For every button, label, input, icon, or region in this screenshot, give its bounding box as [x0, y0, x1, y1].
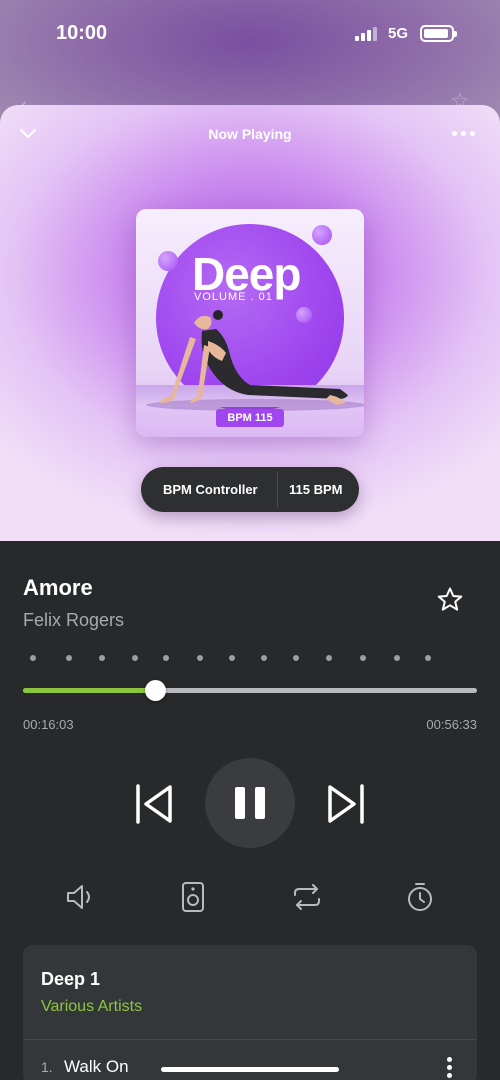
pause-icon	[235, 787, 265, 819]
current-time: 00:16:03	[23, 717, 74, 732]
playlist-title: Deep 1	[41, 969, 101, 989]
speaker-icon[interactable]	[177, 881, 209, 913]
track-row-more-icon[interactable]	[447, 1057, 453, 1079]
track-row-title[interactable]: Walk On	[64, 1057, 129, 1077]
battery-icon	[420, 25, 457, 42]
playlist-divider	[23, 1039, 477, 1040]
album-art-bpm-badge: BPM 115	[216, 409, 284, 427]
favorite-star-icon[interactable]	[436, 586, 464, 614]
bpm-controller-value[interactable]: 115 BPM	[289, 482, 342, 497]
playlist-card[interactable]: Deep 1 Various Artists 1. Walk On	[23, 945, 477, 1080]
playlist-subtitle: Various Artists	[41, 998, 143, 1015]
timer-icon[interactable]	[404, 881, 436, 913]
next-icon[interactable]	[326, 783, 366, 825]
bpm-divider	[277, 471, 278, 508]
yoga-figure-illustration	[146, 310, 364, 411]
progress-bar[interactable]	[23, 680, 477, 701]
progress-fill	[23, 688, 155, 693]
bpm-controller[interactable]: BPM Controller 115 BPM	[141, 467, 359, 512]
volume-icon[interactable]	[64, 881, 96, 913]
progress-knob[interactable]	[144, 680, 166, 701]
home-indicator	[161, 1067, 339, 1072]
status-time: 10:00	[56, 22, 108, 44]
track-row-number: 1.	[41, 1059, 53, 1075]
pause-button[interactable]	[205, 758, 295, 848]
repeat-icon[interactable]	[291, 881, 323, 913]
previous-icon[interactable]	[134, 783, 174, 825]
track-artist: Felix Rogers	[23, 610, 125, 630]
now-playing-sheet: Now Playing Deep VOLUME . 01 BPM 115 BPM…	[0, 105, 500, 541]
bpm-controller-label: BPM Controller	[163, 482, 258, 497]
more-options-icon[interactable]	[452, 131, 476, 137]
signal-icon	[355, 27, 379, 41]
tempo-dots	[0, 655, 500, 665]
track-title: Amore	[23, 575, 93, 600]
total-time: 00:56:33	[426, 717, 477, 732]
album-art: Deep VOLUME . 01 BPM 115	[136, 209, 364, 437]
sheet-title: Now Playing	[208, 126, 292, 142]
network-label: 5G	[388, 25, 409, 42]
status-bar: 10:00 5G	[0, 0, 500, 70]
